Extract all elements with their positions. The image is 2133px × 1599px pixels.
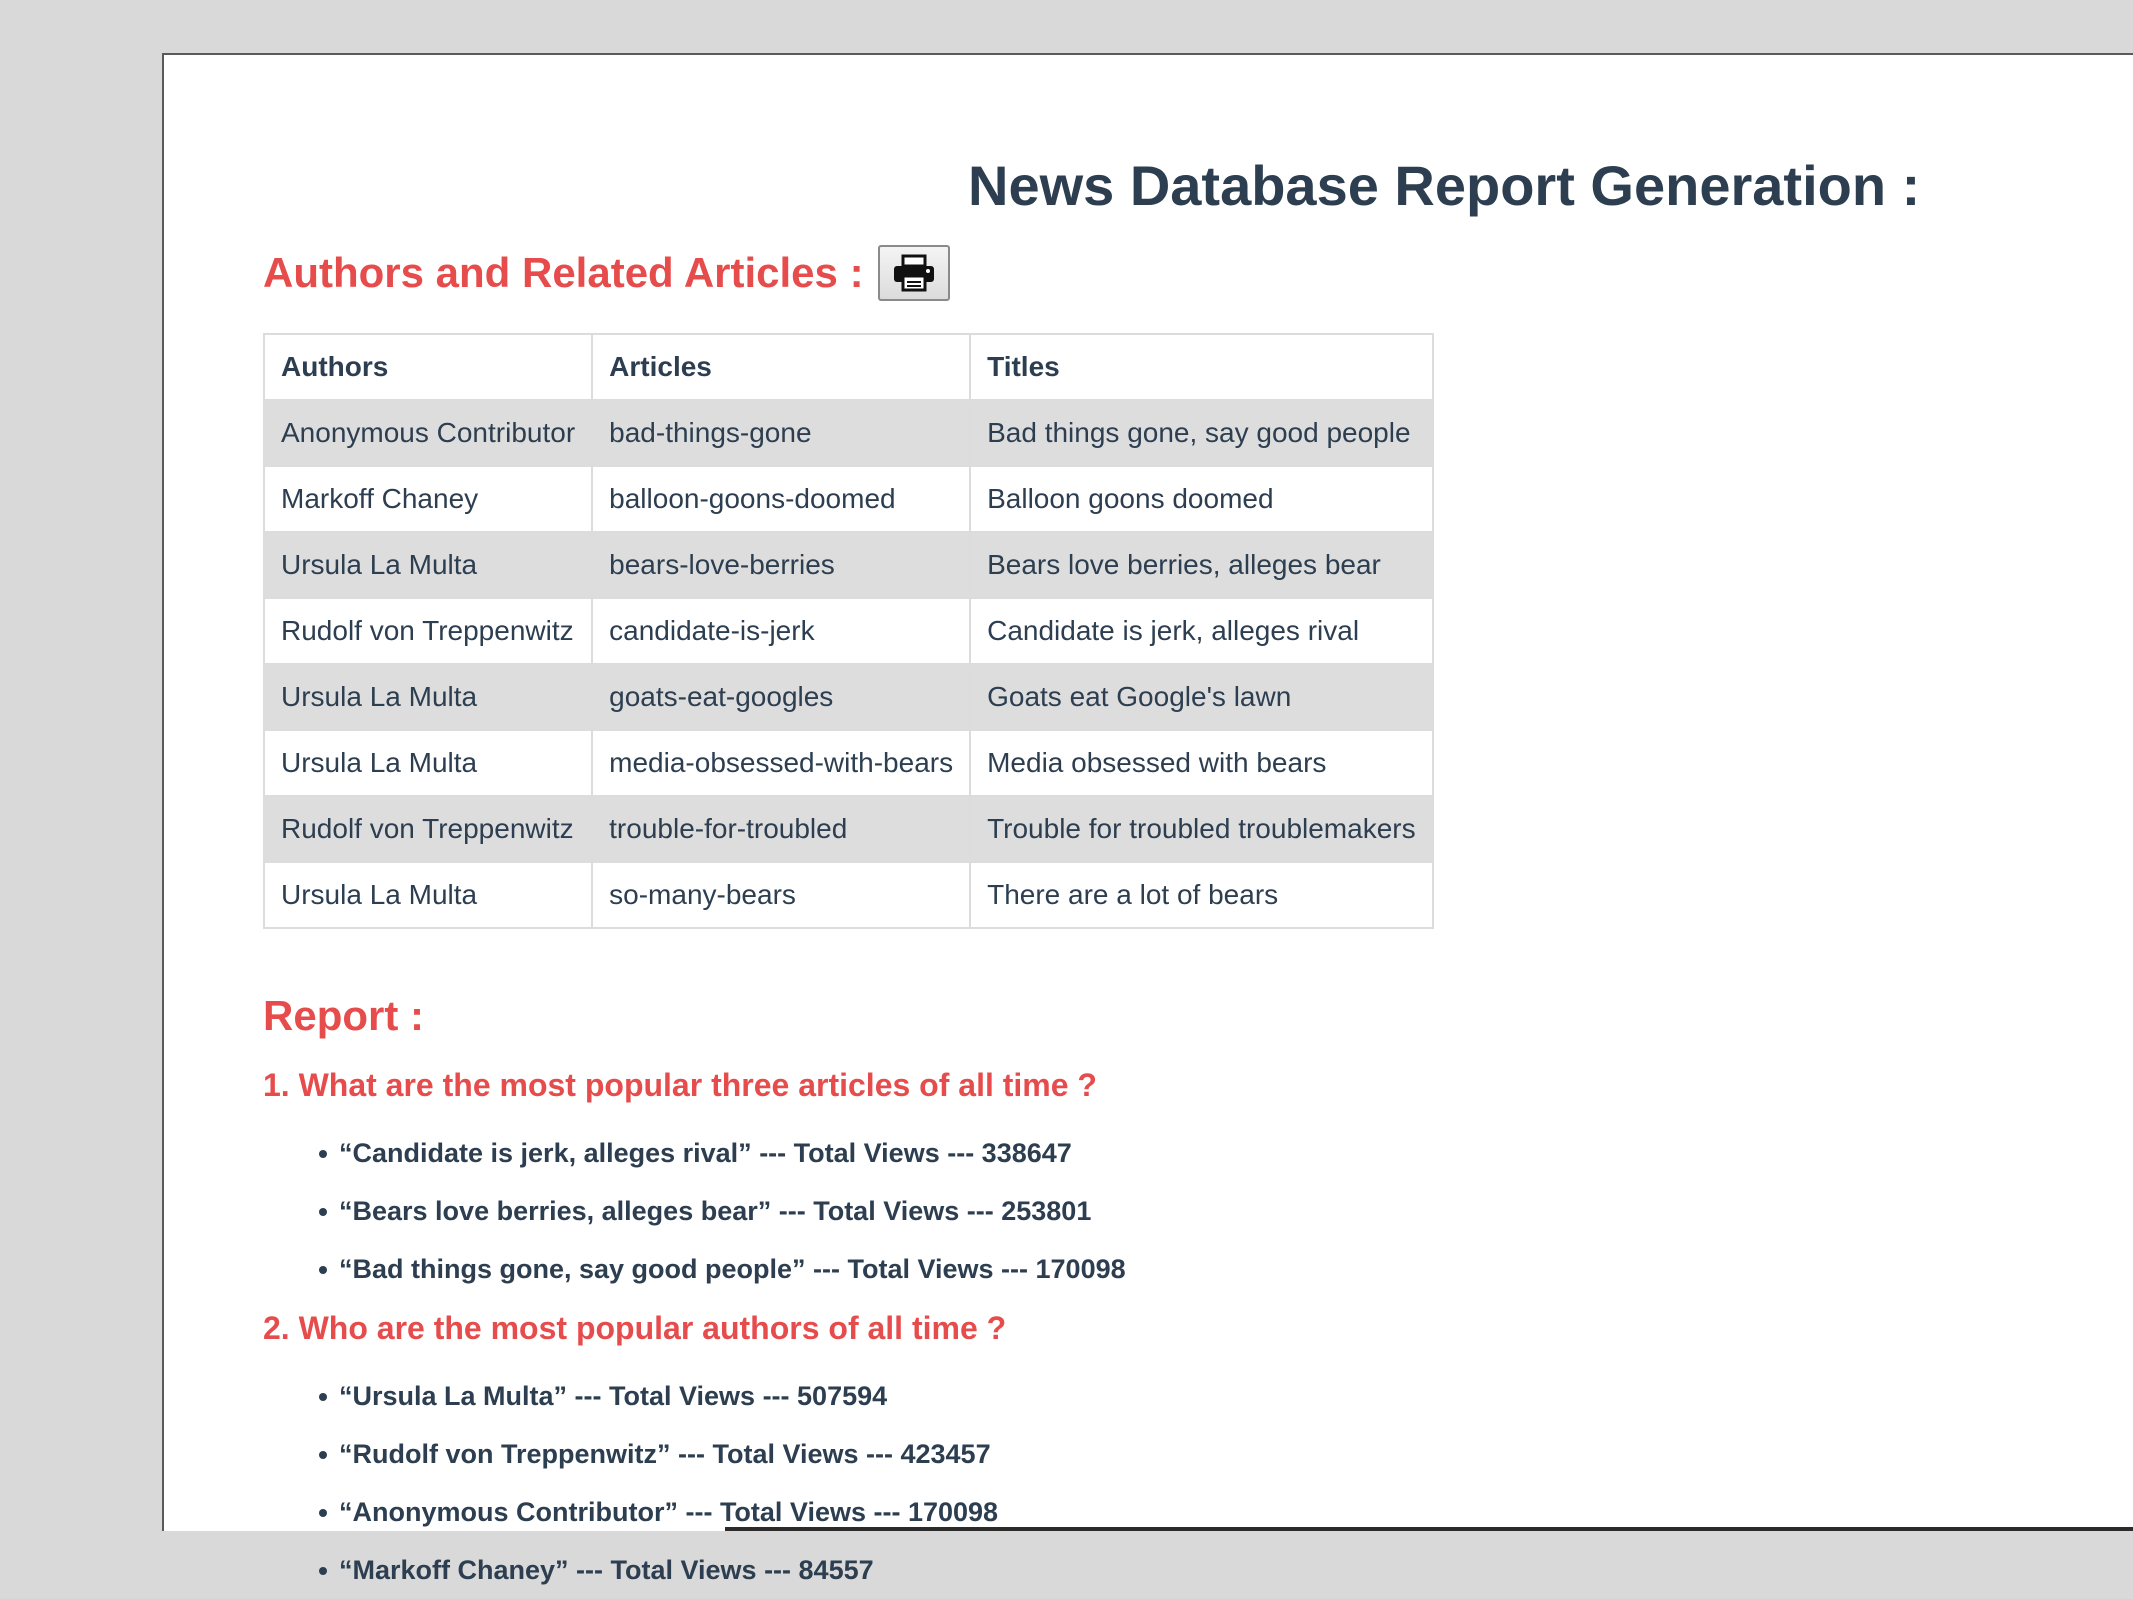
report-title: Report : [263,992,424,1039]
cell-title: Bears love berries, alleges bear [969,531,1434,599]
table-row: Rudolf von Treppenwitz trouble-for-troub… [262,795,1434,863]
table-row: Anonymous Contributor bad-things-gone Ba… [262,399,1434,467]
answers-popular-articles: “Candidate is jerk, alleges rival” --- T… [319,1124,1126,1298]
list-item: “Anonymous Contributor” --- Total Views … [319,1483,998,1541]
cell-title: Candidate is jerk, alleges rival [969,597,1434,665]
cell-title: Bad things gone, say good people [969,399,1434,467]
table-row: Markoff Chaney balloon-goons-doomed Ball… [262,465,1434,533]
cell-article: so-many-bears [591,861,972,929]
header-authors: Authors [262,333,594,401]
articles-table: Authors Articles Titles Anonymous Contri… [262,333,1434,929]
table-header-row: Authors Articles Titles [262,333,1434,401]
cell-author: Anonymous Contributor [262,399,594,467]
cell-title: Goats eat Google's lawn [969,663,1434,731]
cell-article: balloon-goons-doomed [591,465,972,533]
list-item: “Bears love berries, alleges bear” --- T… [319,1182,1126,1240]
document-page: News Database Report Generation : Author… [162,53,2133,1585]
cell-title: Trouble for troubled troublemakers [969,795,1434,863]
list-item: “Bad things gone, say good people” --- T… [319,1240,1126,1298]
cell-article: bears-love-berries [591,531,972,599]
header-articles: Articles [591,333,972,401]
cell-author: Ursula La Multa [262,531,594,599]
cell-author: Markoff Chaney [262,465,594,533]
cell-title: There are a lot of bears [969,861,1434,929]
print-button[interactable] [877,245,950,301]
cell-title: Balloon goons doomed [969,465,1434,533]
table-row: Rudolf von Treppenwitz candidate-is-jerk… [262,597,1434,665]
authors-section-header: Authors and Related Articles : [263,245,950,301]
cell-article: trouble-for-troubled [591,795,972,863]
taskbar-edge [725,1527,2133,1531]
list-item: “Candidate is jerk, alleges rival” --- T… [319,1124,1126,1182]
cell-author: Ursula La Multa [262,861,594,929]
cell-article: candidate-is-jerk [591,597,972,665]
table-row: Ursula La Multa so-many-bears There are … [262,861,1434,929]
header-titles: Titles [969,333,1434,401]
table-row: Ursula La Multa media-obsessed-with-bear… [262,729,1434,797]
cell-article: bad-things-gone [591,399,972,467]
answers-popular-authors: “Ursula La Multa” --- Total Views --- 50… [319,1367,998,1599]
authors-section-title: Authors and Related Articles : [263,249,864,296]
cell-author: Ursula La Multa [262,663,594,731]
table-row: Ursula La Multa bears-love-berries Bears… [262,531,1434,599]
cell-article: media-obsessed-with-bears [591,729,972,797]
cell-author: Ursula La Multa [262,729,594,797]
page-content: News Database Report Generation : Author… [262,55,2133,1585]
page-title: News Database Report Generation : [968,154,1921,217]
printer-icon [893,254,934,292]
cell-author: Rudolf von Treppenwitz [262,795,594,863]
question-popular-authors: 2. Who are the most popular authors of a… [263,1310,1007,1346]
cell-article: goats-eat-googles [591,663,972,731]
list-item: “Markoff Chaney” --- Total Views --- 845… [319,1541,998,1599]
list-item: “Ursula La Multa” --- Total Views --- 50… [319,1367,998,1425]
cell-title: Media obsessed with bears [969,729,1434,797]
question-popular-articles: 1. What are the most popular three artic… [263,1067,1097,1103]
list-item: “Rudolf von Treppenwitz” --- Total Views… [319,1425,998,1483]
table-row: Ursula La Multa goats-eat-googles Goats … [262,663,1434,731]
cell-author: Rudolf von Treppenwitz [262,597,594,665]
